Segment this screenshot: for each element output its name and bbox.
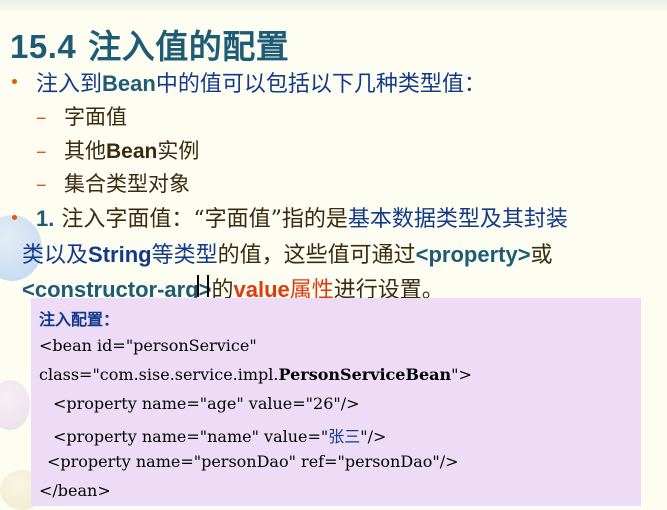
paragraph-line: 类以及String等类型的值，这些值可通过<property>或 bbox=[22, 237, 553, 269]
text-cursor-icon bbox=[197, 275, 209, 297]
item-number: 1. bbox=[36, 206, 55, 231]
code-line: <bean id="personService" bbox=[39, 336, 257, 355]
dash-marker: – bbox=[36, 139, 47, 163]
sub-item-label: 集合类型对象 bbox=[64, 172, 190, 196]
para-text: 等类型 bbox=[151, 243, 218, 268]
para-text: 注入字面值： bbox=[61, 207, 194, 232]
bullet-text: 注入到Bean中的值可以包括以下几种类型值： bbox=[36, 66, 486, 98]
paragraph-line: 1. 注入字面值：“字面值”指的是基本数据类型及其封装 bbox=[36, 201, 568, 233]
sub-item: – 字面值 bbox=[36, 101, 127, 131]
dash-marker: – bbox=[36, 105, 47, 129]
bullet-dot bbox=[12, 79, 17, 84]
code-class-name: PersonServiceBean bbox=[278, 365, 452, 384]
decor-balloon bbox=[0, 380, 30, 430]
para-text: 类以及 bbox=[22, 243, 89, 268]
code-text: "> bbox=[451, 365, 472, 384]
code-line: </bean> bbox=[39, 481, 111, 500]
title-text: 注入值的配置 bbox=[88, 27, 290, 66]
sub-item: – 其他Bean实例 bbox=[36, 135, 199, 165]
sub-item-label: 字面值 bbox=[64, 105, 127, 129]
para-text-highlight: 基本数据类型及其封装 bbox=[347, 207, 568, 232]
code-text: class="com.sise.service.impl. bbox=[39, 365, 279, 384]
para-text: 的值，这些值可通过 bbox=[217, 243, 416, 268]
para-code-term: String bbox=[88, 242, 152, 267]
code-line: <property name="age" value="26"/> bbox=[53, 394, 360, 413]
code-text: <property name="name" value=" bbox=[53, 427, 329, 446]
sub-item-label: 其他 bbox=[64, 139, 106, 163]
sub-item: – 集合类型对象 bbox=[36, 168, 190, 198]
code-box: 注入配置： <bean id="personService" class="co… bbox=[31, 298, 641, 506]
code-line: <property name="personDao" ref="personDa… bbox=[47, 452, 459, 471]
code-line: class="com.sise.service.impl.PersonServi… bbox=[39, 365, 472, 384]
para-text: 或 bbox=[530, 243, 553, 268]
code-line: <property name="name" value="张三"/> bbox=[53, 423, 386, 447]
top-stripe bbox=[0, 0, 667, 12]
bullet-text-en: Bean bbox=[102, 71, 156, 96]
bullet-dot bbox=[12, 215, 17, 220]
section-number: 15.4 bbox=[10, 28, 77, 65]
sub-item-label-en: Bean bbox=[106, 140, 158, 163]
para-code-term: <property> bbox=[415, 242, 531, 267]
bullet-text-part: 注入到 bbox=[36, 72, 103, 97]
code-box-title: 注入配置： bbox=[39, 310, 120, 329]
dash-marker: – bbox=[36, 172, 47, 196]
code-text: "/> bbox=[360, 427, 387, 446]
sub-item-label: 实例 bbox=[157, 139, 200, 163]
bullet-text-part: 中的值可以包括以下几种类型值： bbox=[155, 72, 486, 97]
slide-title: 15.4 注入值的配置 bbox=[10, 20, 289, 68]
para-text: “字面值”指的是 bbox=[193, 207, 348, 232]
code-value: 张三 bbox=[328, 427, 361, 446]
